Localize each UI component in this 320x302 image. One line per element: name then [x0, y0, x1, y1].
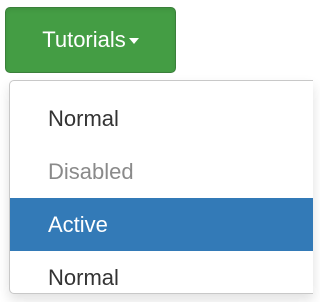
tutorials-button-label: Tutorials — [42, 27, 126, 52]
menu-item-active[interactable]: Active — [10, 198, 313, 251]
menu-item-label: Normal — [48, 264, 119, 290]
menu-item-disabled: Disabled — [10, 145, 313, 198]
menu-item-label: Disabled — [48, 158, 134, 184]
menu-item-normal-2[interactable]: Normal — [10, 251, 313, 302]
menu-item-label: Active — [48, 211, 108, 237]
menu-item-normal[interactable]: Normal — [10, 92, 313, 145]
dropdown-menu: Normal Disabled Active Normal — [9, 80, 313, 294]
caret-down-icon — [128, 38, 139, 44]
tutorials-dropdown-button[interactable]: Tutorials — [5, 7, 176, 73]
tutorials-dropdown: Tutorials Normal Disabled Active Normal — [0, 0, 313, 302]
menu-item-label: Normal — [48, 105, 119, 131]
